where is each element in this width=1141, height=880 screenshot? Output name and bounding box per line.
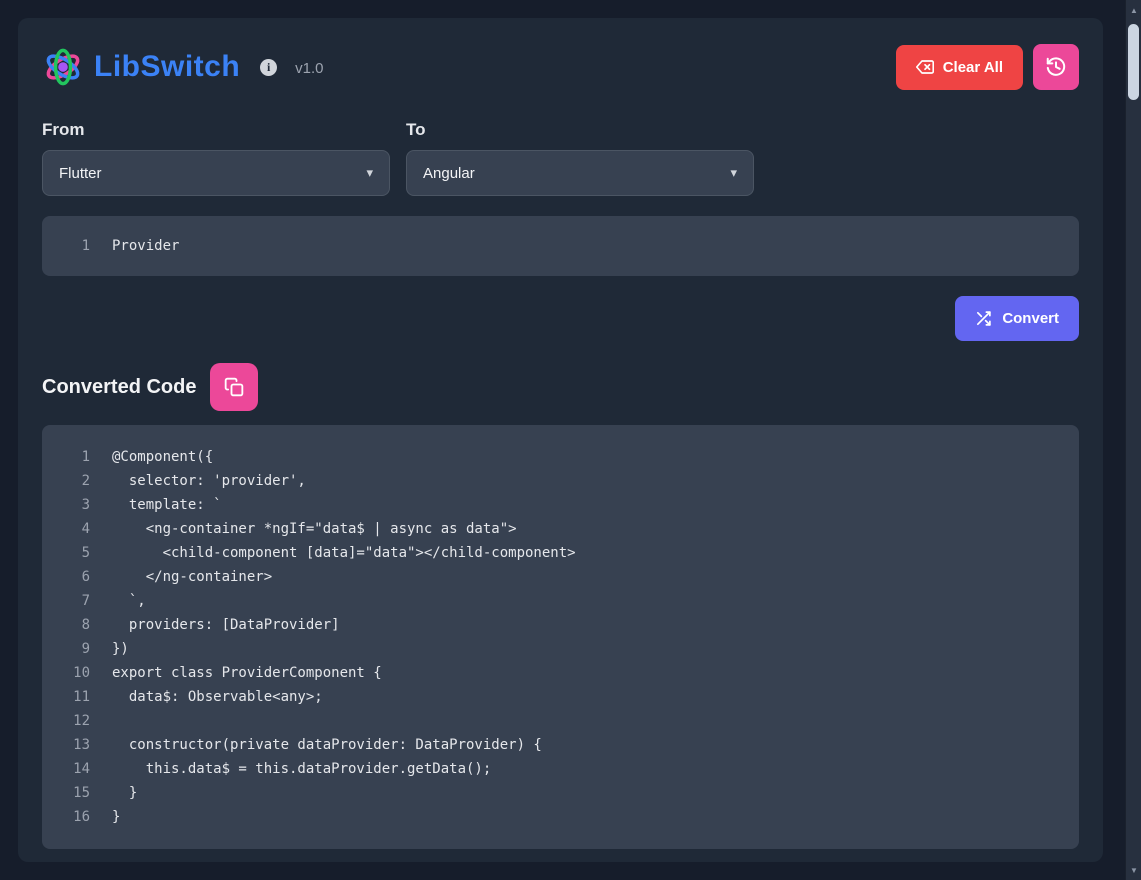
code-line: 1 Provider xyxy=(81,238,180,254)
source-code-editor[interactable]: 1 Provider xyxy=(42,216,1079,276)
code-line: 7 `, xyxy=(81,593,146,609)
to-label: To xyxy=(406,120,426,139)
to-select[interactable]: Angular ▾ xyxy=(406,150,754,196)
copy-icon xyxy=(225,377,244,397)
code-line: 10 export class ProviderComponent { xyxy=(73,665,382,681)
app-container: LibSwitch i v1.0 Clear All From Flutter … xyxy=(18,18,1103,862)
code-line: 9}) xyxy=(81,641,129,657)
history-button[interactable] xyxy=(1033,44,1079,90)
code-line: 5 <child-component [data]="data"></child… xyxy=(81,545,576,561)
code-line: 14 this.data$ = this.dataProvider.getDat… xyxy=(73,761,492,777)
code-line: 8 providers: [DataProvider] xyxy=(81,617,340,633)
convert-row: Convert xyxy=(42,296,1079,341)
code-line: 11 data$: Observable<any>; xyxy=(73,689,323,705)
app-title: LibSwitch xyxy=(94,50,241,83)
from-select[interactable]: Flutter ▾ xyxy=(42,150,390,196)
language-selects: From Flutter ▾ To Angular ▾ xyxy=(42,120,1079,196)
output-header: Converted Code xyxy=(42,363,1079,411)
chevron-down-icon: ▾ xyxy=(366,165,373,180)
backspace-icon xyxy=(915,60,934,74)
vertical-scrollbar[interactable]: ▲ ▼ xyxy=(1125,0,1141,880)
converted-code-heading: Converted Code xyxy=(42,375,197,398)
shuffle-icon xyxy=(977,311,992,326)
from-value: Flutter xyxy=(59,164,102,182)
code-line: 13 constructor(private dataProvider: Dat… xyxy=(73,737,542,753)
info-icon[interactable]: i xyxy=(260,58,278,76)
logo-wrap: LibSwitch i v1.0 xyxy=(42,46,324,88)
clear-all-label: Clear All xyxy=(942,58,1003,76)
chevron-down-icon: ▾ xyxy=(730,165,737,180)
convert-label: Convert xyxy=(1002,310,1059,327)
atom-logo-icon xyxy=(46,48,80,86)
convert-button[interactable]: Convert xyxy=(955,296,1079,341)
header-actions: Clear All xyxy=(895,44,1079,90)
code-line: 6 </ng-container> xyxy=(81,569,273,585)
code-line: 3 template: ` xyxy=(81,497,222,513)
converted-code-block: 1 @Component({ 2 selector: 'provider', 3 te… xyxy=(42,425,1079,849)
scroll-up-arrow[interactable]: ▲ xyxy=(1126,2,1141,18)
to-value: Angular xyxy=(423,164,475,182)
from-label: From xyxy=(42,120,85,139)
header: LibSwitch i v1.0 Clear All xyxy=(42,44,1079,90)
version-label: v1.0 xyxy=(295,60,324,77)
code-line: 2 selector: 'provider', xyxy=(81,473,306,489)
code-line: 4 <ng-container *ngIf="data$ | async as … xyxy=(81,521,517,537)
copy-button[interactable] xyxy=(210,363,259,411)
code-line: 12 xyxy=(73,713,90,729)
code-line: 1 @Component({ xyxy=(81,449,214,465)
to-group: To Angular ▾ xyxy=(406,120,754,196)
scroll-down-arrow[interactable]: ▼ xyxy=(1126,862,1141,878)
code-line: 16} xyxy=(73,809,121,825)
clear-all-button[interactable]: Clear All xyxy=(895,44,1023,90)
from-group: From Flutter ▾ xyxy=(42,120,390,196)
history-icon xyxy=(1046,57,1066,76)
code-line: 15 } xyxy=(73,785,138,801)
scrollbar-thumb[interactable] xyxy=(1128,24,1139,100)
